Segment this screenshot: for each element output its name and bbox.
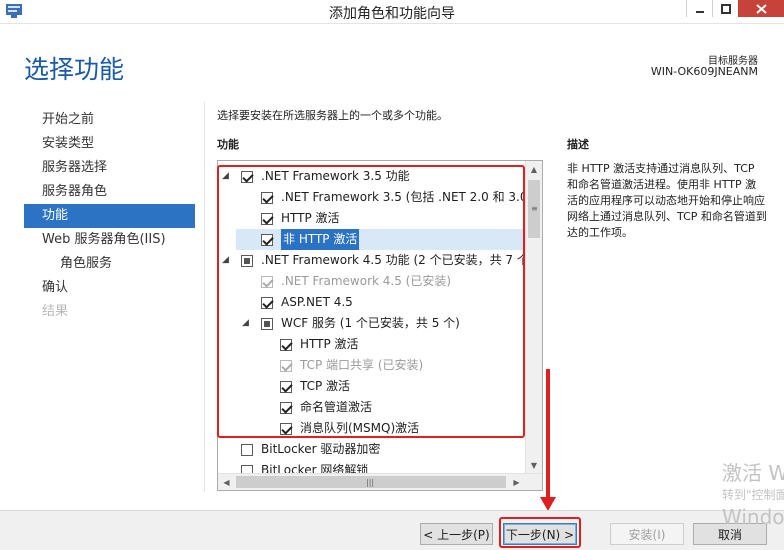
description-heading: 描述 xyxy=(567,138,589,151)
annotation-arrow-head-icon xyxy=(540,497,556,511)
scroll-left-arrow-icon[interactable]: ◀ xyxy=(218,474,235,490)
divider xyxy=(204,102,205,492)
window-controls xyxy=(686,0,784,17)
nav-item-features[interactable]: 功能 xyxy=(24,204,195,228)
minimize-icon xyxy=(695,10,704,13)
scroll-down-arrow-icon[interactable]: ▼ xyxy=(526,457,542,474)
nav-item-server-roles[interactable]: 服务器角色 xyxy=(24,180,195,204)
destination-server-name: WIN-OK609JNEANM xyxy=(650,65,758,78)
instruction-text: 选择要安装在所选服务器上的一个或多个功能。 xyxy=(217,109,448,122)
watermark-line-3: Windows xyxy=(722,505,784,529)
watermark-line-2: 转到"控制面板" xyxy=(722,488,784,502)
nav-item-results: 结果 xyxy=(42,304,69,319)
nav-item-installation-type[interactable]: 安装类型 xyxy=(24,132,195,156)
maximize-button[interactable] xyxy=(712,0,738,17)
install-button: 安装(I) xyxy=(610,523,684,545)
nav-item-before-you-begin[interactable]: 开始之前 xyxy=(24,108,195,132)
vertical-scrollbar[interactable]: ▲ ≡ ▼ xyxy=(525,161,542,474)
activation-watermark: 激活 Windows 转到"控制面板" Windows xyxy=(722,460,784,530)
nav-item-web-server-role[interactable]: Web 服务器角色(IIS) xyxy=(24,228,195,252)
maximize-icon xyxy=(720,3,731,14)
title-bar: 添加角色和功能向导 xyxy=(0,0,784,24)
previous-button[interactable]: < 上一步(P) xyxy=(420,523,493,545)
feature-checkbox[interactable] xyxy=(241,444,253,456)
scroll-up-arrow-icon[interactable]: ▲ xyxy=(526,161,542,178)
features-heading: 功能 xyxy=(217,138,239,151)
description-text: 非 HTTP 激活支持通过消息队列、TCP 和命名管道激活进程。使用非 HTTP… xyxy=(567,162,767,239)
close-button[interactable] xyxy=(738,0,784,17)
annotation-box-next xyxy=(499,517,581,548)
nav-item-server-selection[interactable]: 服务器选择 xyxy=(24,156,195,180)
horizontal-scrollbar[interactable]: ◀ ||| ▶ xyxy=(218,473,542,490)
grip-icon: ≡ xyxy=(531,204,538,213)
minimize-button[interactable] xyxy=(686,0,712,17)
nav-item-confirmation[interactable]: 确认 xyxy=(24,276,195,300)
nav-item-role-services[interactable]: 角色服务 xyxy=(24,252,195,276)
wizard-nav: 开始之前 安装类型 服务器选择 服务器角色 功能 Web 服务器角色(IIS) … xyxy=(24,108,195,324)
watermark-line-1: 激活 Windows xyxy=(722,461,784,485)
annotation-arrow-line xyxy=(546,369,550,499)
scroll-right-arrow-icon[interactable]: ▶ xyxy=(508,474,525,490)
close-icon xyxy=(755,3,767,14)
annotation-box-features xyxy=(217,165,525,438)
feature-row[interactable]: BitLocker 驱动器加密 xyxy=(218,439,526,460)
feature-label: BitLocker 驱动器加密 xyxy=(261,442,381,456)
page-title: 选择功能 xyxy=(24,55,125,84)
window-title: 添加角色和功能向导 xyxy=(329,6,455,22)
grip-icon: ||| xyxy=(366,478,375,487)
